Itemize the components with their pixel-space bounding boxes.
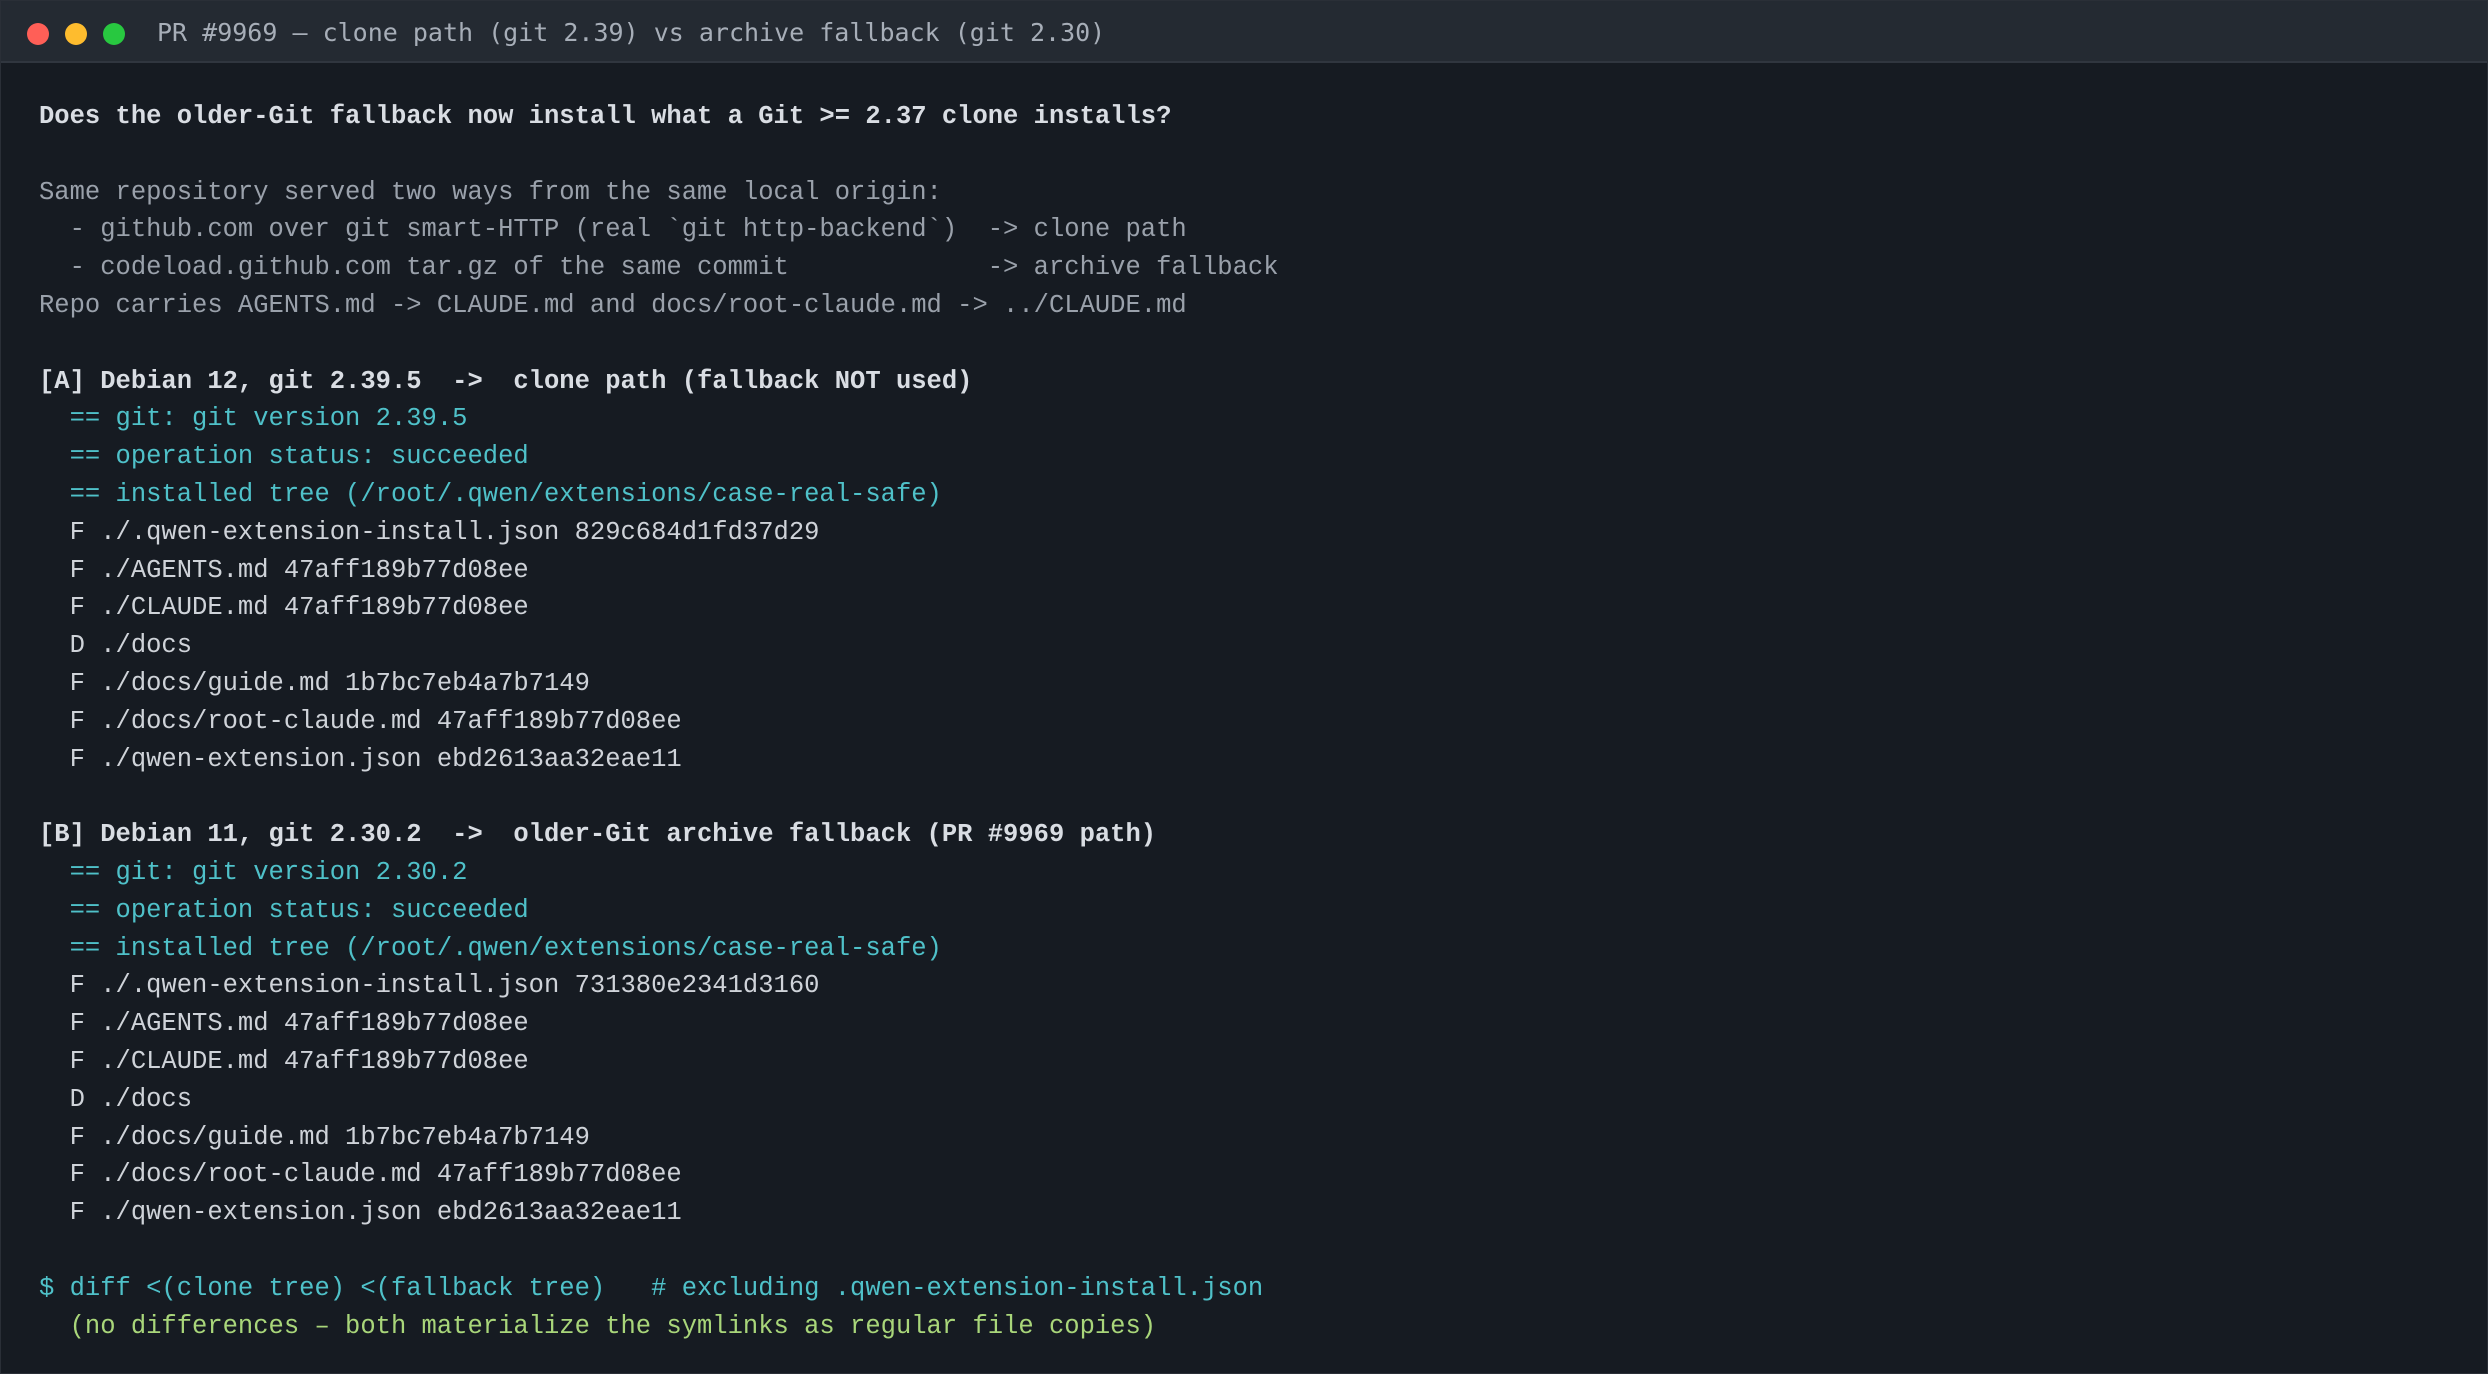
section-b-file-entry: F ./docs/guide.md 1b7bc7eb4a7b7149 xyxy=(39,1122,590,1152)
section-b-info-line: == git: git version 2.30.2 xyxy=(39,857,468,887)
intro-line: - codeload.github.com tar.gz of the same… xyxy=(39,253,1279,283)
section-b-info-line: == installed tree (/root/.qwen/extension… xyxy=(39,933,942,963)
intro-line: Repo carries AGENTS.md -> CLAUDE.md and … xyxy=(39,290,1187,320)
section-a-info-line: == installed tree (/root/.qwen/extension… xyxy=(39,479,942,509)
terminal-window: PR #9969 – clone path (git 2.39) vs arch… xyxy=(0,0,2488,1374)
section-b-file-entry: F ./.qwen-extension-install.json 731380e… xyxy=(39,971,820,1001)
section-a-file-entry: F ./docs/guide.md 1b7bc7eb4a7b7149 xyxy=(39,668,590,698)
section-a-file-entry: F ./docs/root-claude.md 47aff189b77d08ee xyxy=(39,706,682,736)
diff-result-line: (no differences – both materialize the s… xyxy=(39,1311,1157,1341)
minimize-window-button[interactable] xyxy=(65,23,87,45)
section-a-file-entry: F ./CLAUDE.md 47aff189b77d08ee xyxy=(39,593,529,623)
close-window-button[interactable] xyxy=(27,23,49,45)
section-b-info-line: == operation status: succeeded xyxy=(39,895,529,925)
intro-line: Same repository served two ways from the… xyxy=(39,177,942,207)
section-b-file-entry: F ./AGENTS.md 47aff189b77d08ee xyxy=(39,1009,529,1039)
terminal-output[interactable]: Does the older-Git fallback now install … xyxy=(39,98,2457,1345)
diff-command-line: $ diff <(clone tree) <(fallback tree) # … xyxy=(39,1273,1264,1303)
section-a-file-entry: F ./.qwen-extension-install.json 829c684… xyxy=(39,517,820,547)
zoom-window-button[interactable] xyxy=(103,23,125,45)
title-bar: PR #9969 – clone path (git 2.39) vs arch… xyxy=(1,1,2487,63)
section-a-file-entry: D ./docs xyxy=(39,631,193,661)
section-a-file-entry: F ./qwen-extension.json ebd2613aa32eae11 xyxy=(39,744,682,774)
section-a-info-line: == git: git version 2.39.5 xyxy=(39,404,468,434)
section-b-header: [B] Debian 11, git 2.30.2 -> older-Git a… xyxy=(39,820,1157,850)
section-b-file-entry: F ./CLAUDE.md 47aff189b77d08ee xyxy=(39,1046,529,1076)
section-a-file-entry: F ./AGENTS.md 47aff189b77d08ee xyxy=(39,555,529,585)
window-title: PR #9969 – clone path (git 2.39) vs arch… xyxy=(157,18,1106,47)
section-a-info-line: == operation status: succeeded xyxy=(39,442,529,472)
section-b-file-entry: F ./docs/root-claude.md 47aff189b77d08ee xyxy=(39,1160,682,1190)
intro-line: - github.com over git smart-HTTP (real `… xyxy=(39,215,1187,245)
section-b-file-entry: F ./qwen-extension.json ebd2613aa32eae11 xyxy=(39,1198,682,1228)
section-a-header: [A] Debian 12, git 2.39.5 -> clone path … xyxy=(39,366,973,396)
section-b-file-entry: D ./docs xyxy=(39,1084,193,1114)
question-line: Does the older-Git fallback now install … xyxy=(39,102,1172,131)
